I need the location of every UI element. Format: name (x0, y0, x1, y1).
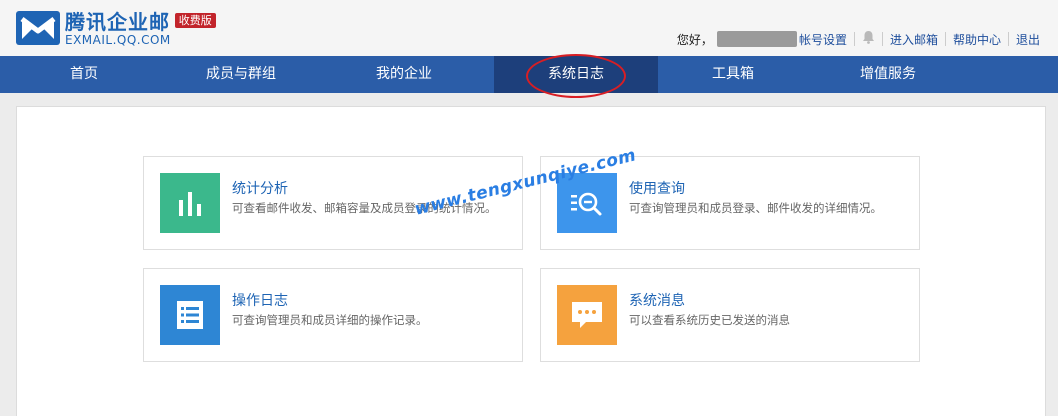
account-settings-link[interactable]: 帐号设置 (799, 31, 847, 48)
card-description: 可以查看系统历史已发送的消息 (629, 313, 790, 327)
card-description: 可查询管理员和成员登录、邮件收发的详细情况。 (629, 201, 882, 215)
help-center-link[interactable]: 帮助中心 (953, 31, 1001, 48)
enter-mailbox-link[interactable]: 进入邮箱 (890, 31, 938, 48)
card-title: 统计分析 (232, 181, 288, 197)
nav-item-enterprise[interactable]: 我的企业 (314, 56, 494, 93)
main-nav: 首页 成员与群组 我的企业 系统日志 工具箱 增值服务 (0, 56, 1058, 93)
card-title: 系统消息 (629, 293, 685, 309)
bar-chart-icon (160, 173, 220, 233)
message-icon (557, 285, 617, 345)
logo-subtitle: EXMAIL.QQ.COM (65, 33, 171, 47)
user-bar: 您好， 帐号设置 进入邮箱 帮助中心 退出 (677, 30, 1040, 48)
nav-item-home[interactable]: 首页 (0, 56, 168, 93)
edition-badge: 收费版 (174, 13, 216, 28)
divider (1007, 32, 1009, 46)
list-icon (160, 285, 220, 345)
nav-item-system-log[interactable]: 系统日志 (494, 56, 658, 93)
nav-item-members[interactable]: 成员与群组 (168, 56, 314, 93)
nav-item-toolbox[interactable]: 工具箱 (658, 56, 808, 93)
bell-icon[interactable] (862, 30, 875, 48)
divider (944, 32, 946, 46)
redacted-username (716, 31, 797, 47)
logout-link[interactable]: 退出 (1016, 31, 1040, 48)
logo-icon (16, 11, 60, 45)
card-system-messages[interactable]: 系统消息 可以查看系统历史已发送的消息 (540, 268, 920, 362)
divider (881, 32, 883, 46)
header: 腾讯企业邮 EXMAIL.QQ.COM 收费版 您好， 帐号设置 进入邮箱 帮助… (0, 0, 1058, 56)
logo-title: 腾讯企业邮 (65, 10, 170, 34)
main-panel: 统计分析 可查看邮件收发、邮箱容量及成员登录的统计情况。 使用查询 可查询管理员… (16, 106, 1046, 416)
greeting-text: 您好， (676, 32, 713, 47)
logo[interactable]: 腾讯企业邮 EXMAIL.QQ.COM 收费版 (16, 11, 216, 47)
divider (853, 32, 855, 46)
card-operation-log[interactable]: 操作日志 可查询管理员和成员详细的操作记录。 (143, 268, 523, 362)
nav-item-value-added[interactable]: 增值服务 (808, 56, 968, 93)
card-title: 操作日志 (232, 293, 288, 309)
card-title: 使用查询 (629, 181, 685, 197)
card-description: 可查询管理员和成员详细的操作记录。 (232, 313, 428, 327)
